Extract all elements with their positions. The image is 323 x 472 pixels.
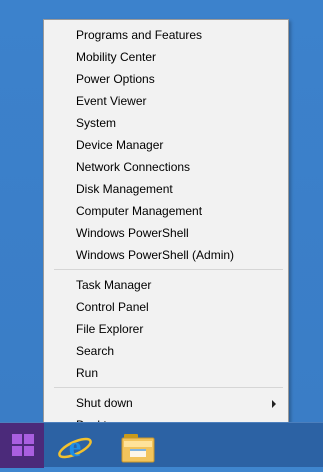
menu-separator <box>54 269 283 270</box>
winx-context-menu: Programs and Features Mobility Center Po… <box>43 19 289 435</box>
menu-item-windows-powershell-admin[interactable]: Windows PowerShell (Admin) <box>44 244 288 266</box>
file-explorer-button[interactable] <box>118 429 158 467</box>
menu-item-event-viewer[interactable]: Event Viewer <box>44 90 288 112</box>
menu-item-system[interactable]: System <box>44 112 288 134</box>
menu-item-network-connections[interactable]: Network Connections <box>44 156 288 178</box>
taskbar: e <box>0 422 323 468</box>
menu-item-power-options[interactable]: Power Options <box>44 68 288 90</box>
menu-item-disk-management[interactable]: Disk Management <box>44 178 288 200</box>
menu-item-computer-management[interactable]: Computer Management <box>44 200 288 222</box>
submenu-arrow-icon <box>272 400 276 408</box>
windows-start-icon <box>12 434 34 456</box>
menu-item-task-manager[interactable]: Task Manager <box>44 274 288 296</box>
internet-explorer-icon: e <box>58 432 92 463</box>
file-explorer-icon <box>121 434 155 463</box>
menu-item-device-manager[interactable]: Device Manager <box>44 134 288 156</box>
svg-text:e: e <box>69 432 81 463</box>
menu-item-windows-powershell[interactable]: Windows PowerShell <box>44 222 288 244</box>
menu-item-file-explorer[interactable]: File Explorer <box>44 318 288 340</box>
menu-item-programs-and-features[interactable]: Programs and Features <box>44 24 288 46</box>
menu-item-search[interactable]: Search <box>44 340 288 362</box>
menu-item-control-panel[interactable]: Control Panel <box>44 296 288 318</box>
menu-item-shut-down[interactable]: Shut down <box>44 392 288 414</box>
menu-item-run[interactable]: Run <box>44 362 288 384</box>
start-button[interactable] <box>0 423 44 468</box>
menu-separator <box>54 387 283 388</box>
internet-explorer-button[interactable]: e <box>56 429 94 467</box>
menu-item-mobility-center[interactable]: Mobility Center <box>44 46 288 68</box>
menu-item-shut-down-label: Shut down <box>76 396 133 410</box>
